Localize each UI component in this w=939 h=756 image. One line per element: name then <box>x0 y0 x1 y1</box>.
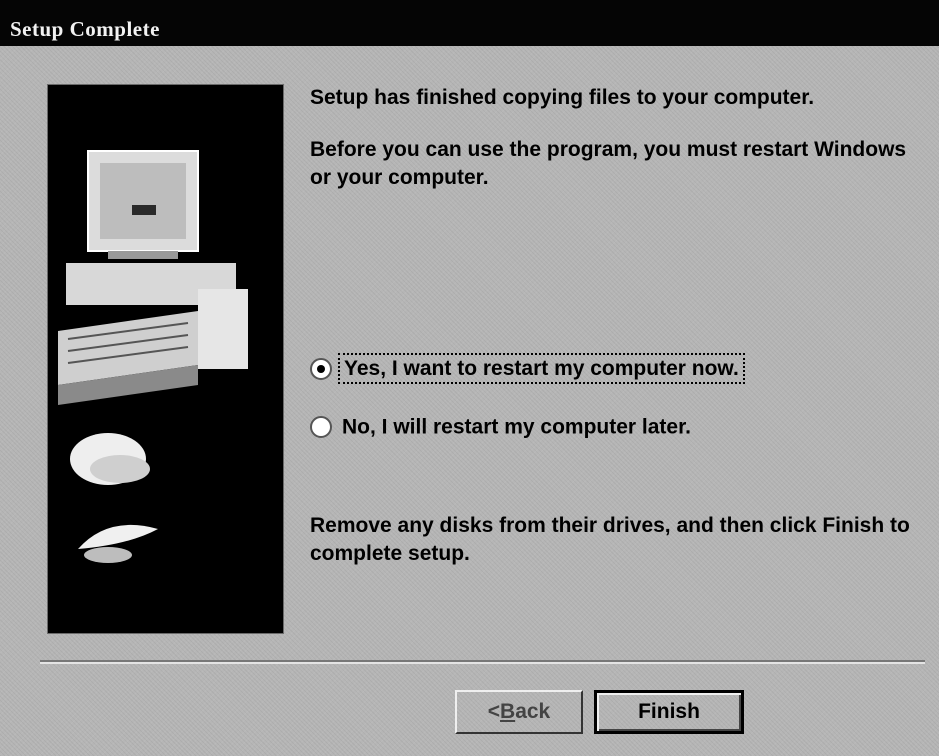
restart-now-option[interactable]: Yes, I want to restart my computer now. <box>310 353 745 385</box>
back-button-prefix: < <box>487 700 501 723</box>
copy-finished-message: Setup has finished copying files to your… <box>310 86 815 109</box>
back-button-accelerator: B <box>500 700 516 723</box>
setup-complete-dialog: Setup Complete Setup has finished copyin… <box>0 0 939 756</box>
computer-illustration-icon <box>58 150 248 563</box>
button-separator <box>40 660 925 664</box>
restart-now-label[interactable]: Yes, I want to restart my computer now. <box>338 353 745 385</box>
restart-required-message: Before you can use the program, you must… <box>310 138 907 189</box>
restart-later-option[interactable]: No, I will restart my computer later. <box>310 412 691 442</box>
finish-button-label: Finish <box>638 700 700 723</box>
message-area: Setup has finished copying files to your… <box>310 84 925 604</box>
remove-disks-instruction: Remove any disks from their drives, and … <box>310 514 910 565</box>
restart-later-radio[interactable] <box>310 416 332 439</box>
back-button-rest: ack <box>515 700 551 723</box>
side-illustration-panel <box>47 84 284 634</box>
back-button[interactable]: < Back <box>455 690 583 734</box>
title-bar: Setup Complete <box>0 0 939 46</box>
window-title: Setup Complete <box>10 17 160 41</box>
restart-now-radio[interactable] <box>310 358 332 381</box>
finish-button[interactable]: Finish <box>594 690 744 734</box>
restart-later-label[interactable]: No, I will restart my computer later. <box>342 415 691 438</box>
